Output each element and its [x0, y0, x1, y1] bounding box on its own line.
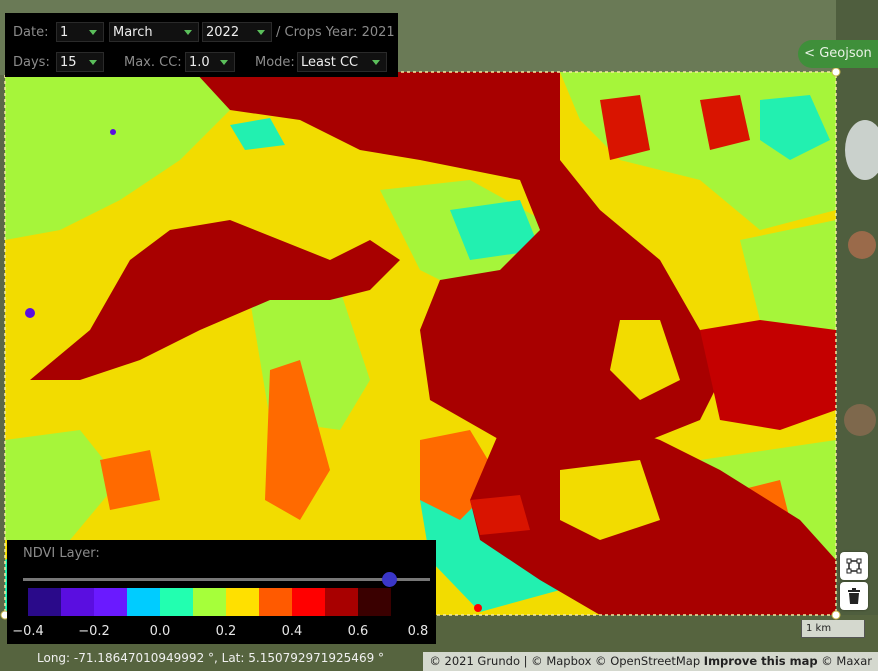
month-select[interactable]: March	[109, 22, 199, 42]
ndvi-color-swatch	[259, 588, 292, 616]
ndvi-layer-title: NDVI Layer:	[23, 546, 100, 561]
scale-tick-label: 0.0	[149, 624, 171, 639]
days-value: 15	[60, 55, 77, 70]
day-value: 1	[60, 25, 69, 40]
ndvi-layer-panel: NDVI Layer: −0.4 −0.2 0.0 0.2 0.4 0.6 0.…	[7, 540, 436, 644]
day-select[interactable]: 1	[56, 22, 104, 42]
max-cc-select[interactable]: 1.0	[185, 52, 235, 72]
chevron-down-icon	[220, 60, 228, 65]
ndvi-color-swatch	[160, 588, 193, 616]
scale-tick-label: −0.4	[12, 624, 44, 639]
ndvi-color-swatch	[28, 588, 61, 616]
mode-select[interactable]: Least CC	[297, 52, 387, 72]
year-select[interactable]: 2022	[202, 22, 272, 42]
crops-year-label: / Crops Year: 2021	[276, 25, 395, 40]
max-cc-value: 1.0	[189, 55, 210, 70]
ndvi-raster	[5, 72, 836, 615]
scale-tick-label: 0.6	[347, 624, 369, 639]
attribution-mapbox[interactable]: © Mapbox	[531, 654, 591, 668]
draw-polygon-button[interactable]	[840, 552, 868, 580]
geojson-button[interactable]: < Geojson	[798, 40, 878, 68]
ndvi-color-swatch	[292, 588, 325, 616]
improve-map-link[interactable]: Improve this map	[704, 654, 818, 668]
scale-tick-label: 0.8	[407, 624, 429, 639]
map-attribution: © 2021 Grundo | © Mapbox © OpenStreetMap…	[423, 652, 878, 671]
max-cc-label: Max. CC:	[124, 55, 182, 70]
map-scale-bar: 1 km	[801, 620, 865, 638]
selection-handle[interactable]	[831, 610, 841, 620]
chevron-down-icon	[184, 30, 192, 35]
days-select[interactable]: 15	[56, 52, 104, 72]
chevron-down-icon	[89, 60, 97, 65]
ndvi-color-swatch	[325, 588, 358, 616]
ndvi-color-scale	[28, 588, 391, 616]
date-controls-panel: Date: 1 March 2022 / Crops Year: 2021 Da…	[5, 13, 398, 77]
mode-value: Least CC	[301, 55, 359, 70]
opacity-slider-thumb[interactable]	[382, 572, 398, 587]
ndvi-color-swatch	[61, 588, 94, 616]
scale-tick-label: −0.2	[78, 624, 110, 639]
draw-polygon-icon	[846, 558, 862, 574]
date-label: Date:	[13, 25, 49, 40]
selection-handle[interactable]	[831, 67, 841, 77]
mode-label: Mode:	[255, 55, 295, 70]
month-value: March	[113, 25, 153, 40]
chevron-down-icon	[372, 60, 380, 65]
scale-tick-label: 0.2	[215, 624, 237, 639]
chevron-down-icon	[89, 30, 97, 35]
ndvi-color-swatch	[94, 588, 127, 616]
attribution-osm[interactable]: © OpenStreetMap	[595, 654, 700, 668]
trash-icon	[848, 588, 860, 604]
opacity-slider-track[interactable]	[23, 578, 430, 581]
year-value: 2022	[206, 25, 240, 40]
ndvi-color-swatch	[358, 588, 391, 616]
cursor-coordinates: Long: -71.18647010949992 °, Lat: 5.15079…	[37, 651, 385, 665]
delete-button[interactable]	[840, 582, 868, 610]
ndvi-color-swatch	[226, 588, 259, 616]
scale-tick-label: 0.4	[281, 624, 303, 639]
ndvi-color-swatch	[127, 588, 160, 616]
ndvi-color-swatch	[193, 588, 226, 616]
chevron-down-icon	[257, 30, 265, 35]
days-label: Days:	[13, 55, 50, 70]
attribution-maxar[interactable]: © Maxar	[821, 654, 872, 668]
attribution-grundo[interactable]: © 2021 Grundo	[429, 654, 520, 668]
